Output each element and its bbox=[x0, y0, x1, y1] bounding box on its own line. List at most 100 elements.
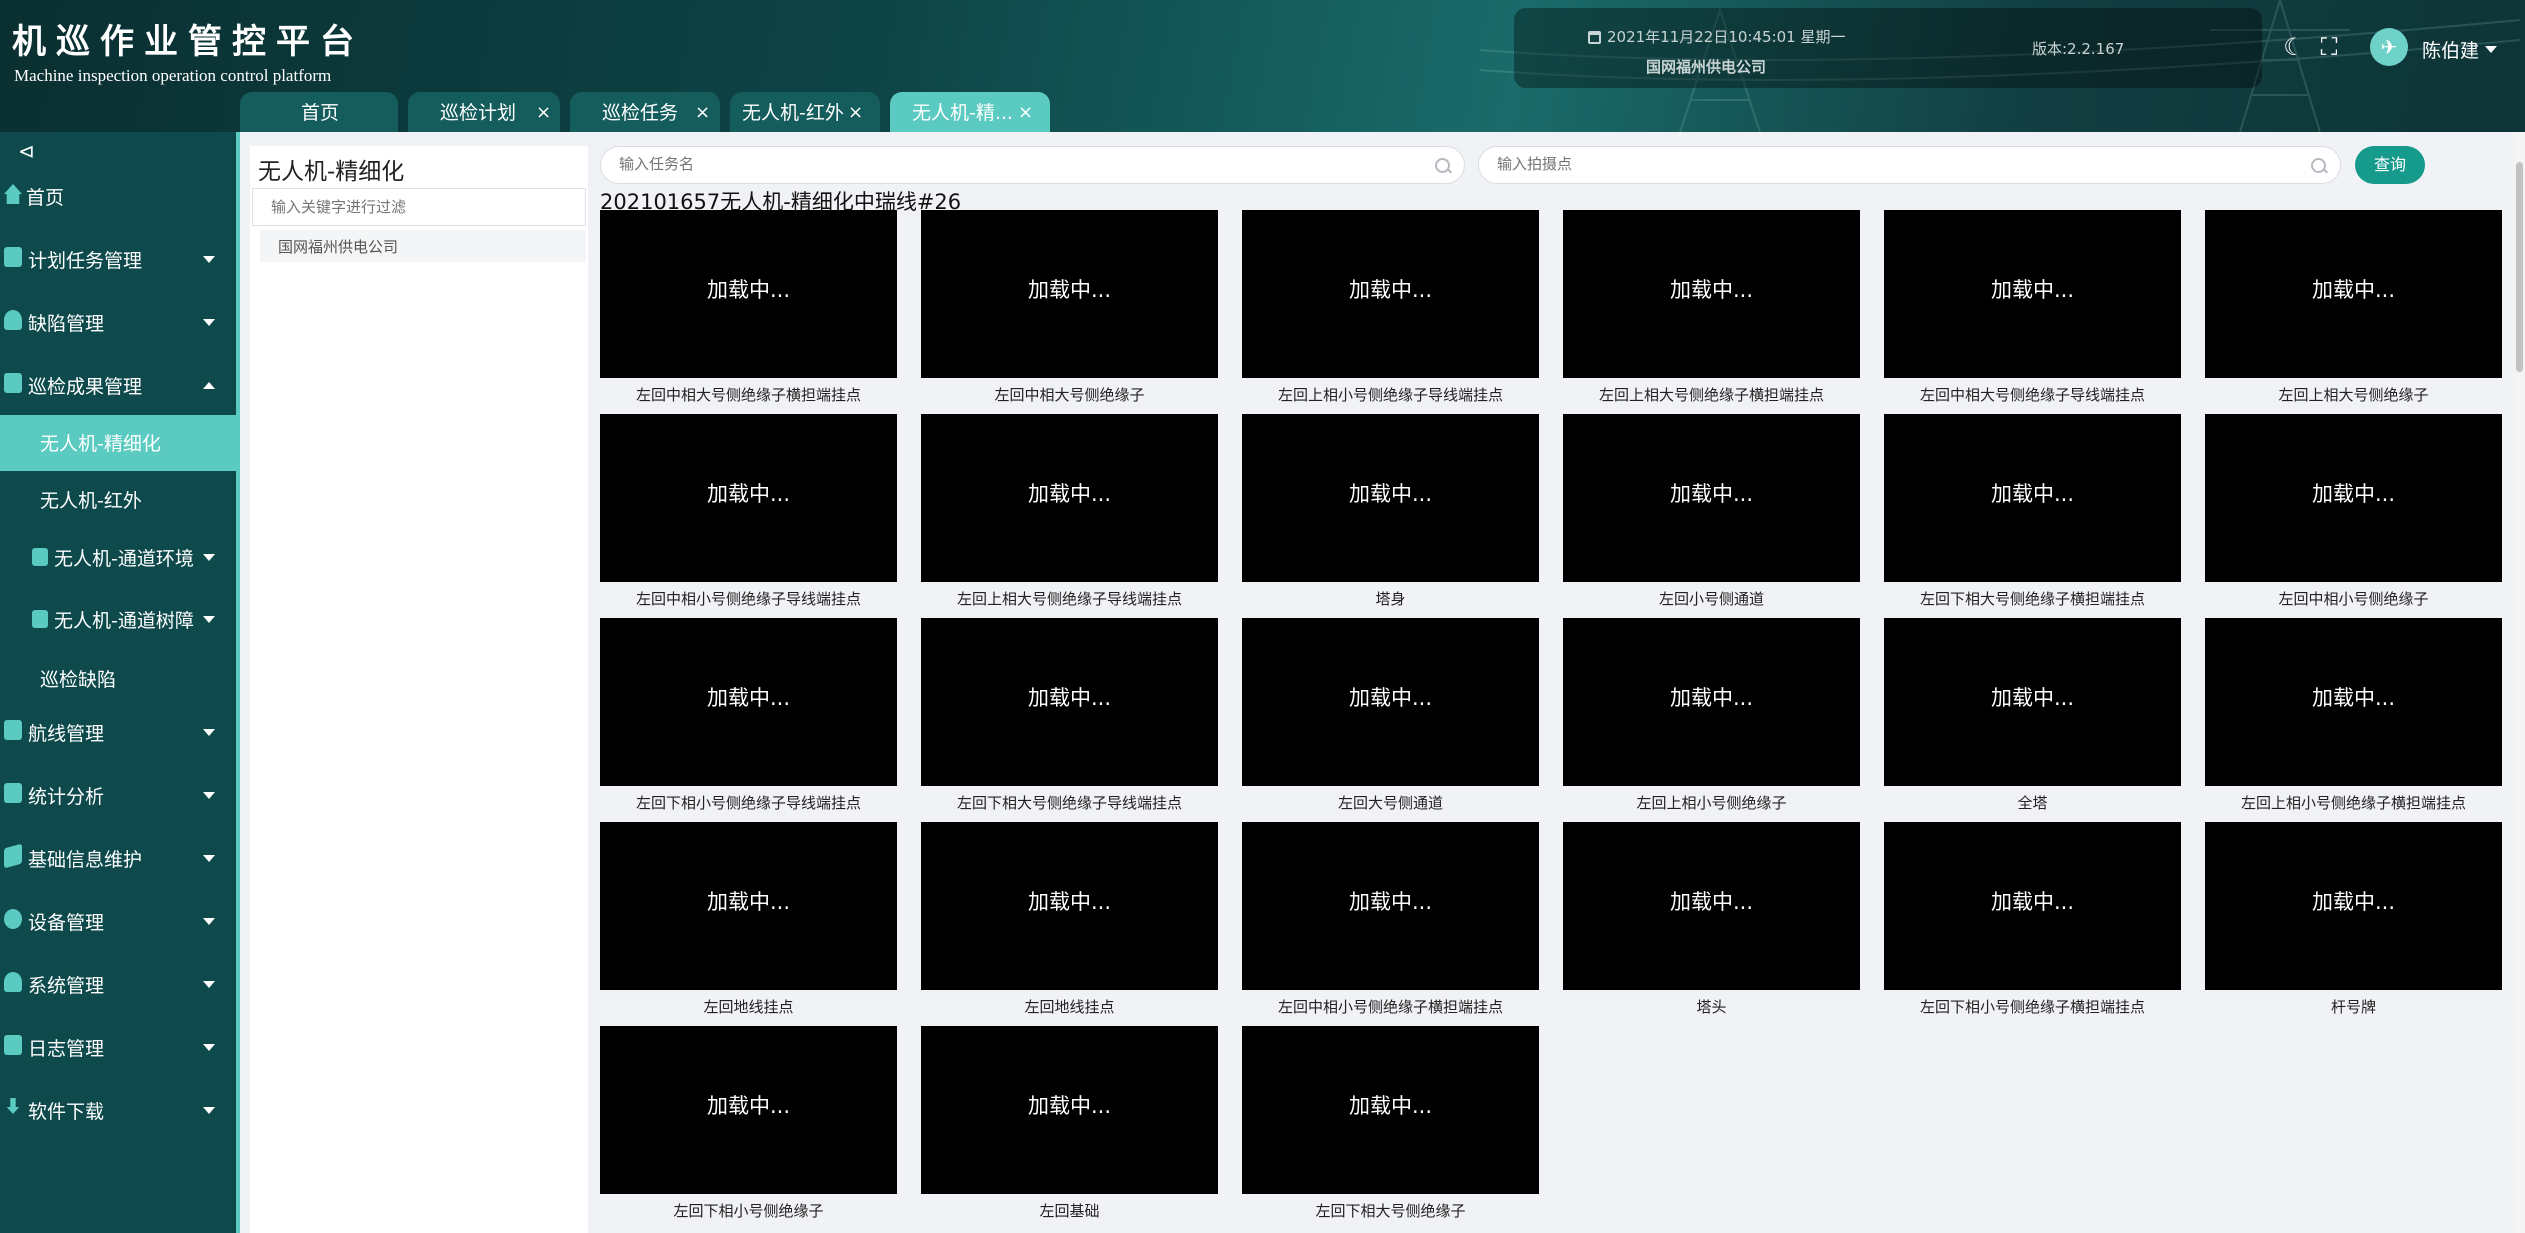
photo-thumbnail[interactable]: 加载中... bbox=[1563, 414, 1860, 582]
point-search-input[interactable] bbox=[1497, 155, 2186, 173]
photo-thumbnail[interactable]: 加载中... bbox=[2205, 414, 2502, 582]
photo-thumbnail[interactable]: 加载中... bbox=[1563, 210, 1860, 378]
photo-thumbnail[interactable]: 加载中... bbox=[1563, 822, 1860, 990]
photo-thumbnail[interactable]: 加载中... bbox=[921, 210, 1218, 378]
sidebar-item-label: 日志管理 bbox=[28, 1038, 105, 1060]
sidebar-item-device[interactable]: 设备管理 bbox=[0, 901, 236, 941]
datetime-text: 2021年11月22日10:45:01 星期一 bbox=[1607, 28, 1846, 46]
fullscreen-icon[interactable]: ⛶ bbox=[2316, 34, 2342, 60]
photo-thumbnail[interactable]: 加载中... bbox=[2205, 210, 2502, 378]
loading-text: 加载中... bbox=[1027, 482, 1112, 506]
sidebar-item-label: 系统管理 bbox=[28, 975, 105, 997]
close-icon[interactable]: × bbox=[536, 92, 551, 132]
sidebar-item-drone-infrared[interactable]: 无人机-红外 bbox=[0, 472, 236, 528]
user-menu-chevron-down-icon[interactable] bbox=[2485, 46, 2497, 53]
sidebar-item-label: 无人机-通道环境 bbox=[54, 548, 194, 570]
photo-thumbnail[interactable]: 加载中... bbox=[921, 1026, 1218, 1194]
photo-thumbnail[interactable]: 加载中... bbox=[1242, 1026, 1539, 1194]
photo-caption: 左回地线挂点 bbox=[1024, 998, 1115, 1016]
close-icon[interactable]: × bbox=[848, 92, 863, 132]
photo-thumbnail[interactable]: 加载中... bbox=[600, 210, 897, 378]
sidebar-item-statistics[interactable]: 统计分析 bbox=[0, 775, 236, 815]
photo-thumbnail[interactable]: 加载中... bbox=[1563, 618, 1860, 786]
close-icon[interactable]: × bbox=[1018, 92, 1033, 132]
sidebar-item-label: 统计分析 bbox=[28, 786, 105, 808]
route-icon bbox=[4, 720, 22, 740]
photo-thumbnail[interactable]: 加载中... bbox=[1884, 414, 2181, 582]
tree-filter-input[interactable] bbox=[252, 188, 586, 226]
panel-title: 无人机-精细化 bbox=[258, 159, 405, 185]
photo-caption: 左回大号侧通道 bbox=[1337, 794, 1443, 812]
chevron-down-icon bbox=[203, 918, 215, 925]
tab-label: 无人机-红外 bbox=[742, 102, 844, 124]
scrollbar[interactable] bbox=[2514, 132, 2525, 1233]
photo-thumbnail[interactable]: 加载中... bbox=[600, 618, 897, 786]
loading-text: 加载中... bbox=[1027, 686, 1112, 710]
sidebar-item-drone-channel-env[interactable]: 无人机-通道环境 bbox=[0, 530, 236, 586]
photo-thumbnail[interactable]: 加载中... bbox=[1242, 618, 1539, 786]
theme-toggle-icon[interactable]: ☾ bbox=[2281, 34, 2307, 60]
tab-label: 巡检计划 bbox=[440, 102, 517, 124]
task-search-input[interactable] bbox=[619, 155, 1310, 173]
company-name: 国网福州供电公司 bbox=[1646, 58, 1767, 76]
tab-label: 巡检任务 bbox=[602, 102, 679, 124]
app-subtitle: Machine inspection operation control pla… bbox=[14, 66, 332, 85]
photo-thumbnail[interactable]: 加载中... bbox=[600, 1026, 897, 1194]
close-icon[interactable]: × bbox=[695, 92, 710, 132]
point-search-field[interactable] bbox=[1478, 146, 2341, 184]
photo-thumbnail[interactable]: 加载中... bbox=[1242, 822, 1539, 990]
photo-thumbnail[interactable]: 加载中... bbox=[1884, 822, 2181, 990]
user-name[interactable]: 陈伯建 bbox=[2422, 36, 2479, 63]
sidebar-item-system[interactable]: 系统管理 bbox=[0, 964, 236, 1004]
loading-text: 加载中... bbox=[1027, 890, 1112, 914]
photo-thumbnail[interactable]: 加载中... bbox=[2205, 618, 2502, 786]
scrollbar-thumb[interactable] bbox=[2516, 162, 2523, 372]
tree-node[interactable]: 国网福州供电公司 bbox=[260, 230, 586, 262]
sidebar-item-defect[interactable]: 缺陷管理 bbox=[0, 302, 236, 342]
user-avatar-icon[interactable]: ✈ bbox=[2370, 28, 2408, 66]
photo-thumbnail[interactable]: 加载中... bbox=[600, 822, 897, 990]
sidebar-item-basic-info[interactable]: 基础信息维护 bbox=[0, 838, 236, 878]
tab-inspection-plan[interactable]: 巡检计划 × bbox=[408, 92, 560, 132]
sidebar-item-home[interactable]: 首页 bbox=[0, 176, 236, 216]
sidebar-item-inspection-results[interactable]: 巡检成果管理 bbox=[0, 365, 236, 405]
sidebar-item-download[interactable]: 软件下载 bbox=[0, 1090, 236, 1130]
photo-caption: 左回上相大号侧绝缘子横担端挂点 bbox=[1598, 386, 1824, 404]
tab-drone-fine[interactable]: 无人机-精... × bbox=[890, 92, 1050, 132]
photo-thumbnail[interactable]: 加载中... bbox=[921, 618, 1218, 786]
photo-caption: 左回下相大号侧绝缘子横担端挂点 bbox=[1919, 590, 2145, 608]
collapse-sidebar-icon[interactable]: ⊲ bbox=[18, 139, 35, 163]
search-icon[interactable] bbox=[2311, 158, 2326, 173]
photo-caption: 左回下相小号侧绝缘子导线端挂点 bbox=[635, 794, 861, 812]
photo-caption: 塔身 bbox=[1375, 590, 1406, 608]
sidebar-item-route[interactable]: 航线管理 bbox=[0, 712, 236, 752]
photo-thumbnail[interactable]: 加载中... bbox=[600, 414, 897, 582]
photo-thumbnail[interactable]: 加载中... bbox=[1884, 618, 2181, 786]
photo-thumbnail[interactable]: 加载中... bbox=[1884, 210, 2181, 378]
tab-home[interactable]: 首页 bbox=[240, 92, 398, 132]
sidebar-item-drone-channel-tree[interactable]: 无人机-通道树障 bbox=[0, 592, 236, 648]
photo-thumbnail[interactable]: 加载中... bbox=[1242, 414, 1539, 582]
task-search-field[interactable] bbox=[600, 146, 1465, 184]
sidebar-item-drone-fine[interactable]: 无人机-精细化 bbox=[0, 415, 236, 471]
tab-drone-infrared[interactable]: 无人机-红外 × bbox=[730, 92, 880, 132]
sidebar-item-plan-task[interactable]: 计划任务管理 bbox=[0, 239, 236, 279]
loading-text: 加载中... bbox=[1027, 278, 1112, 302]
photo-thumbnail[interactable]: 加载中... bbox=[921, 822, 1218, 990]
loading-text: 加载中... bbox=[706, 482, 791, 506]
photo-caption: 左回中相小号侧绝缘子导线端挂点 bbox=[635, 590, 861, 608]
photo-caption: 左回上相小号侧绝缘子横担端挂点 bbox=[2240, 794, 2466, 812]
sidebar-item-inspection-defect[interactable]: 巡检缺陷 bbox=[0, 651, 236, 707]
sidebar-item-label: 软件下载 bbox=[28, 1101, 105, 1123]
tab-inspection-task[interactable]: 巡检任务 × bbox=[570, 92, 720, 132]
search-icon[interactable] bbox=[1435, 158, 1450, 173]
query-button[interactable]: 查询 bbox=[2355, 146, 2425, 184]
chevron-down-icon bbox=[203, 981, 215, 988]
photo-thumbnail[interactable]: 加载中... bbox=[2205, 822, 2502, 990]
photo-thumbnail[interactable]: 加载中... bbox=[1242, 210, 1539, 378]
sidebar-item-log[interactable]: 日志管理 bbox=[0, 1027, 236, 1067]
sidebar-item-label: 计划任务管理 bbox=[28, 250, 143, 272]
photo-caption: 左回中相小号侧绝缘子 bbox=[2278, 590, 2429, 608]
photo-thumbnail[interactable]: 加载中... bbox=[921, 414, 1218, 582]
loading-text: 加载中... bbox=[2311, 278, 2396, 302]
